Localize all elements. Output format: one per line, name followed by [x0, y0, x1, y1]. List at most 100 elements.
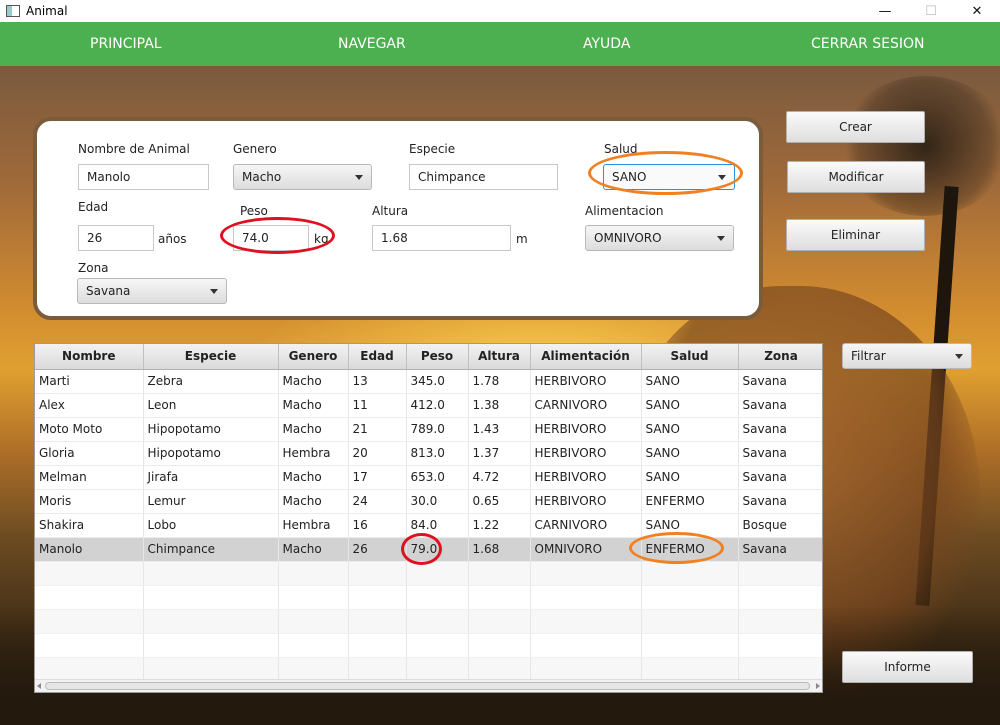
altura-unit: m: [516, 232, 528, 246]
table-cell: 1.22: [468, 513, 531, 538]
animal-form-panel: Nombre de Animal Genero Macho Especie Sa…: [33, 117, 763, 320]
zona-value: Savana: [86, 284, 131, 298]
table-cell: Marti: [35, 369, 144, 394]
table-cell: Savana: [738, 393, 822, 418]
altura-input[interactable]: [372, 225, 511, 251]
scroll-right-icon[interactable]: [816, 683, 820, 689]
table-row[interactable]: Manolo Chimpance Macho 26 79.0 1.68 OMNIVORO EN…: [35, 537, 822, 562]
empty-row: [35, 585, 822, 610]
table-cell: Macho: [278, 489, 349, 514]
table-cell: ENFERMO: [641, 537, 739, 562]
table-cell: Savana: [738, 537, 822, 562]
table-cell: Macho: [278, 393, 349, 418]
column-header[interactable]: Edad: [348, 344, 407, 370]
table-cell: 16: [348, 513, 407, 538]
zona-label: Zona: [78, 261, 109, 275]
zona-select[interactable]: Savana: [77, 278, 227, 304]
title-bar: Animal — ☐ ✕: [0, 0, 1000, 22]
eliminar-button[interactable]: Eliminar: [786, 219, 925, 251]
table-cell: Alex: [35, 393, 144, 418]
maximize-button[interactable]: ☐: [908, 0, 954, 22]
table-cell: 13: [348, 369, 407, 394]
table-cell: Chimpance: [143, 537, 279, 562]
especie-input[interactable]: [409, 164, 558, 190]
table-cell: Gloria: [35, 441, 144, 466]
alimentacion-label: Alimentacion: [585, 204, 664, 218]
table-cell: 789.0: [406, 417, 469, 442]
especie-label: Especie: [409, 142, 456, 156]
column-header[interactable]: Peso: [406, 344, 469, 370]
table-row[interactable]: Alex Leon Macho 11 412.0 1.38 CARNIVORO SANO Sav…: [35, 393, 822, 418]
peso-input[interactable]: [233, 225, 309, 251]
table-cell: Moris: [35, 489, 144, 514]
informe-button[interactable]: Informe: [842, 651, 973, 683]
column-header[interactable]: Nombre: [35, 344, 144, 370]
table-row[interactable]: Marti Zebra Macho 13 345.0 1.78 HERBIVORO SANO S…: [35, 369, 822, 394]
table-cell: Leon: [143, 393, 279, 418]
chevron-down-icon: [210, 289, 218, 294]
table-cell: Moto Moto: [35, 417, 144, 442]
column-header[interactable]: Genero: [278, 344, 349, 370]
table-cell: SANO: [641, 369, 739, 394]
table-cell: SANO: [641, 393, 739, 418]
table-cell: HERBIVORO: [530, 489, 642, 514]
genero-value: Macho: [242, 170, 282, 184]
edad-input[interactable]: [78, 225, 154, 251]
chevron-down-icon: [955, 354, 963, 359]
filtrar-value: Filtrar: [851, 349, 886, 363]
table-cell: ENFERMO: [641, 489, 739, 514]
crear-button[interactable]: Crear: [786, 111, 925, 143]
alimentacion-value: OMNIVORO: [594, 231, 662, 245]
scrollbar-thumb[interactable]: [45, 682, 810, 690]
table-cell: 653.0: [406, 465, 469, 490]
animals-table[interactable]: Nombre Especie Genero Edad Peso Altura A…: [34, 343, 823, 693]
column-header[interactable]: Zona: [738, 344, 822, 370]
table-cell: Savana: [738, 369, 822, 394]
empty-row: [35, 561, 822, 586]
salud-label: Salud: [604, 142, 638, 156]
modificar-button[interactable]: Modificar: [787, 161, 925, 193]
table-row[interactable]: Gloria Hipopotamo Hembra 20 813.0 1.37 HERBIVO…: [35, 441, 822, 466]
horizontal-scrollbar[interactable]: [35, 679, 822, 692]
menu-ayuda[interactable]: AYUDA: [583, 36, 630, 52]
column-header[interactable]: Altura: [468, 344, 531, 370]
nombre-input[interactable]: [78, 164, 209, 190]
table-cell: 26: [348, 537, 407, 562]
table-cell: 24: [348, 489, 407, 514]
table-cell: Lobo: [143, 513, 279, 538]
menu-navegar[interactable]: NAVEGAR: [338, 36, 406, 52]
table-row[interactable]: Moto Moto Hipopotamo Macho 21 789.0 1.43 HERBI…: [35, 417, 822, 442]
close-button[interactable]: ✕: [954, 0, 1000, 22]
table-cell: Savana: [738, 465, 822, 490]
table-cell: 79.0: [406, 537, 469, 562]
salud-select[interactable]: SANO: [603, 164, 735, 190]
table-cell: Lemur: [143, 489, 279, 514]
table-cell: 17: [348, 465, 407, 490]
alimentacion-select[interactable]: OMNIVORO: [585, 225, 734, 251]
table-cell: HERBIVORO: [530, 441, 642, 466]
table-cell: Savana: [738, 489, 822, 514]
table-cell: 30.0: [406, 489, 469, 514]
menu-cerrar-sesion[interactable]: CERRAR SESION: [811, 36, 925, 52]
table-cell: OMNIVORO: [530, 537, 642, 562]
table-cell: SANO: [641, 441, 739, 466]
table-row[interactable]: Moris Lemur Macho 24 30.0 0.65 HERBIVORO ENFERM…: [35, 489, 822, 514]
chevron-down-icon: [718, 175, 726, 180]
menu-principal[interactable]: PRINCIPAL: [90, 36, 162, 52]
genero-select[interactable]: Macho: [233, 164, 372, 190]
filtrar-select[interactable]: Filtrar: [842, 343, 972, 369]
table-cell: 11: [348, 393, 407, 418]
column-header[interactable]: Especie: [143, 344, 279, 370]
column-header[interactable]: Alimentación: [530, 344, 642, 370]
table-row[interactable]: Shakira Lobo Hembra 16 84.0 1.22 CARNIVORO SANO…: [35, 513, 822, 538]
table-row[interactable]: Melman Jirafa Macho 17 653.0 4.72 HERBIVORO SAN…: [35, 465, 822, 490]
scroll-left-icon[interactable]: [37, 683, 41, 689]
table-cell: HERBIVORO: [530, 465, 642, 490]
table-cell: 1.37: [468, 441, 531, 466]
table-cell: Macho: [278, 417, 349, 442]
table-cell: Shakira: [35, 513, 144, 538]
minimize-button[interactable]: —: [862, 0, 908, 22]
column-header[interactable]: Salud: [641, 344, 739, 370]
table-cell: CARNIVORO: [530, 393, 642, 418]
table-cell: SANO: [641, 513, 739, 538]
